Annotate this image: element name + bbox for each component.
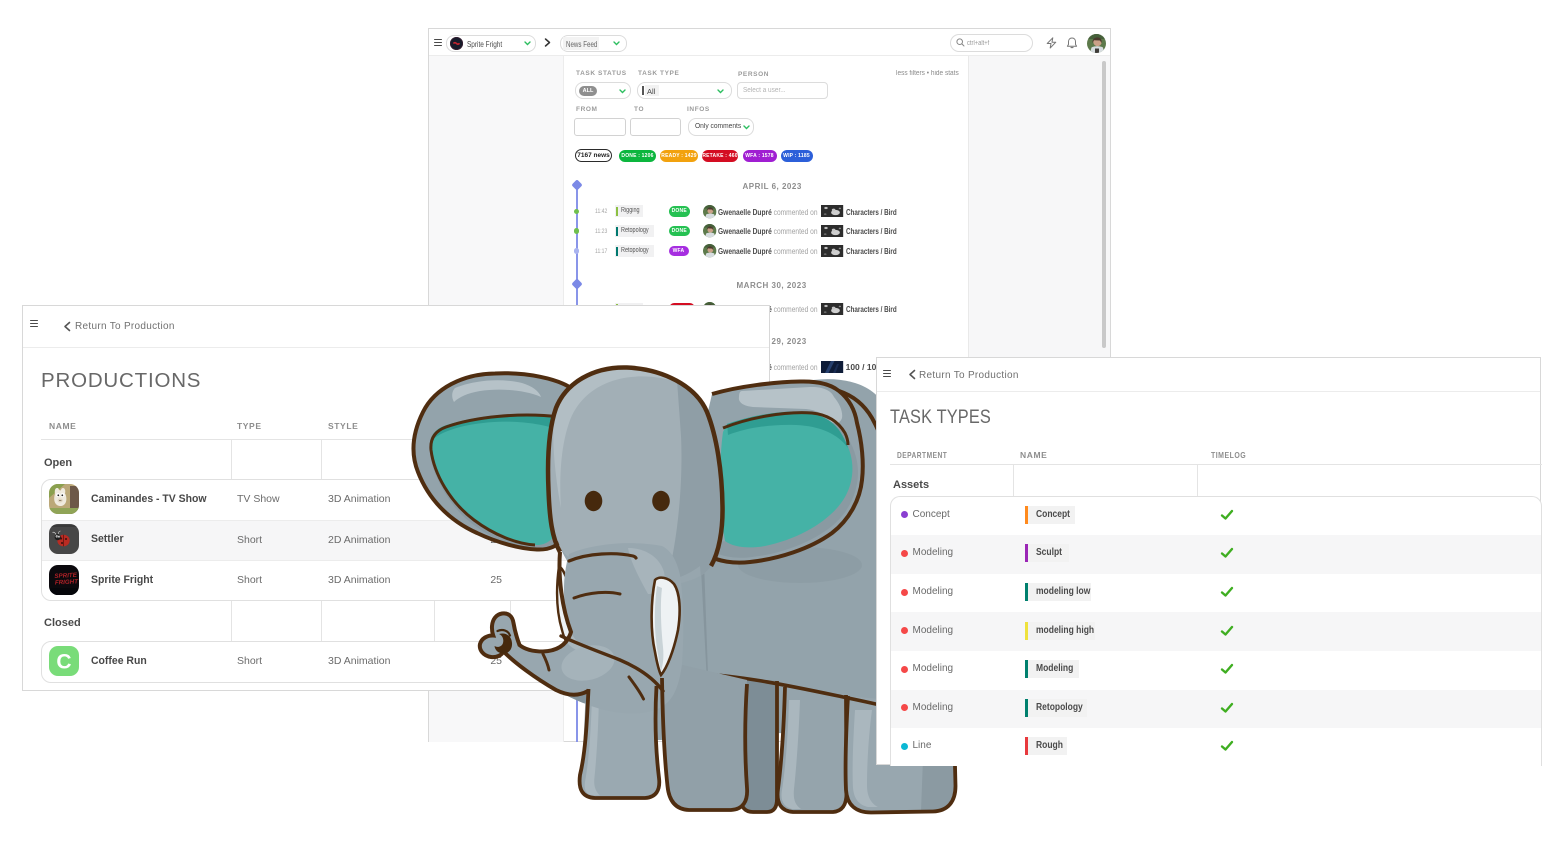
svg-text:FRIGHT: FRIGHT xyxy=(55,578,80,586)
svg-text:C: C xyxy=(57,650,72,673)
